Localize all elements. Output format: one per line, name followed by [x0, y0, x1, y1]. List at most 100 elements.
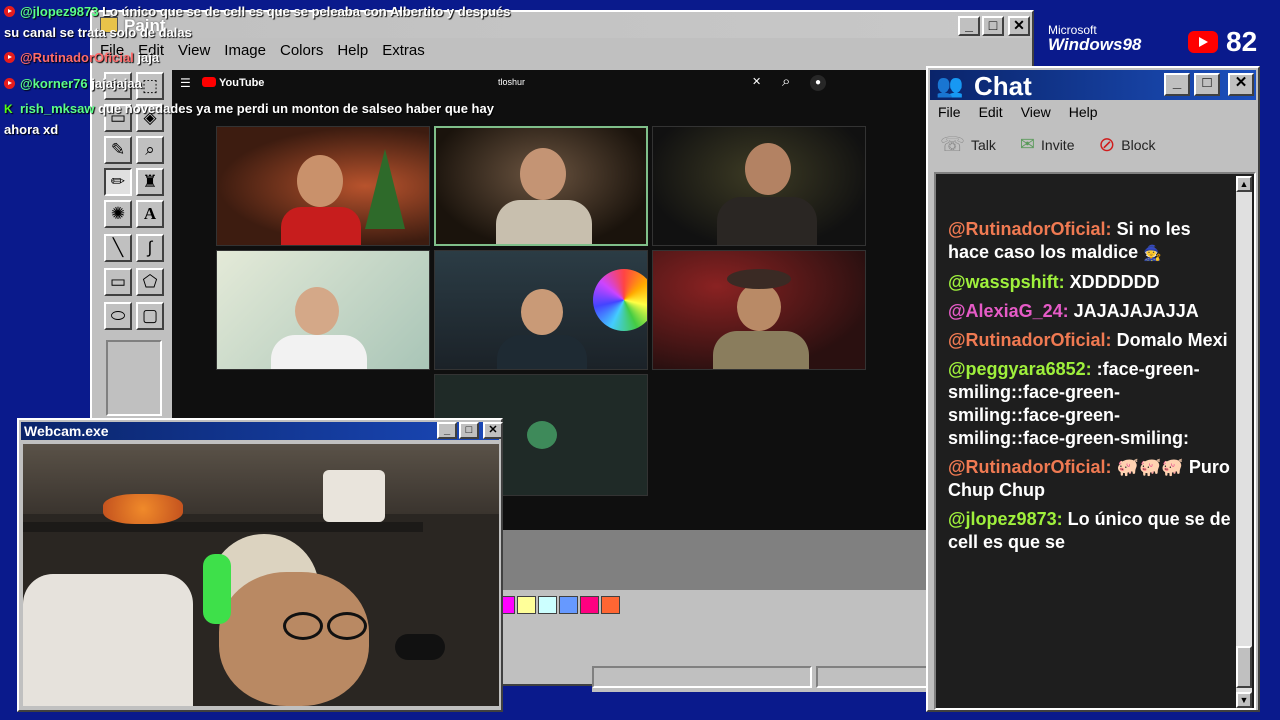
scroll-up-button[interactable]: ▲: [1236, 176, 1252, 192]
people-icon: 👥: [936, 73, 964, 98]
scroll-down-button[interactable]: ▼: [1236, 692, 1252, 708]
overlay-chat-user: @RutinadorOficial: [20, 50, 134, 65]
close-button[interactable]: ✕: [1008, 16, 1030, 36]
chat-scrollbar[interactable]: ▲ ▼: [1236, 176, 1252, 708]
ellipse-tool[interactable]: ⬭: [104, 302, 132, 330]
text-tool[interactable]: A: [136, 200, 164, 228]
talk-button[interactable]: ☏ Talk: [940, 132, 996, 157]
menu-view[interactable]: View: [1021, 104, 1051, 120]
picker-tool[interactable]: ✎: [104, 136, 132, 164]
menu-file[interactable]: File: [938, 104, 961, 120]
maximize-button[interactable]: □: [1194, 73, 1220, 96]
airbrush-tool[interactable]: ✺: [104, 200, 132, 228]
status-pane: [592, 666, 812, 688]
scroll-thumb[interactable]: [1236, 646, 1252, 688]
shirt: [717, 197, 817, 245]
talk-icon: ☏: [940, 134, 966, 156]
menu-edit[interactable]: Edit: [979, 104, 1003, 120]
invite-label: Invite: [1041, 136, 1075, 153]
mic-icon[interactable]: ●: [810, 75, 826, 91]
block-icon: ⊘: [1098, 134, 1116, 156]
palette-color[interactable]: [517, 596, 536, 614]
menu-image[interactable]: Image: [224, 42, 266, 64]
paper-towel-roll: [323, 470, 385, 522]
chat-username: @RutinadorOficial:: [948, 457, 1112, 477]
palette-color[interactable]: [538, 596, 557, 614]
hat: [727, 269, 791, 289]
youtube-icon: [4, 78, 15, 89]
search-input[interactable]: tloshur ✕: [492, 75, 772, 93]
rounded-rect-tool[interactable]: ▢: [136, 302, 164, 330]
palette-color[interactable]: [580, 596, 599, 614]
overlay-chat-user: @jlopez9873: [20, 4, 99, 19]
overlay-chat-text: ahora xd: [4, 122, 59, 137]
youtube-icon: [4, 6, 15, 17]
person: [297, 155, 343, 207]
chat-message: @AlexiaG_24: JAJAJAJAJJA: [948, 300, 1232, 323]
glasses: [327, 612, 367, 640]
chat-toolbar: ☏ Talk ✉ Invite ⊘ Block: [940, 132, 1155, 157]
video-tile-active: [434, 126, 648, 246]
overlay-chat-text: jaja: [137, 50, 160, 65]
close-button[interactable]: ✕: [1228, 73, 1254, 96]
wizard-emoji-icon: 🧙: [1143, 245, 1162, 262]
search-value: tloshur: [498, 77, 526, 87]
youtube-icon: [4, 52, 15, 63]
menu-extras[interactable]: Extras: [382, 42, 425, 64]
webcam-title-bar[interactable]: Webcam.exe _ □ ✕: [21, 422, 503, 440]
menu-help[interactable]: Help: [1069, 104, 1098, 120]
chat-title: Chat: [974, 71, 1032, 101]
menu-view[interactable]: View: [178, 42, 210, 64]
shirt: [713, 331, 809, 369]
curve-tool[interactable]: ∫: [136, 234, 164, 262]
palette-color[interactable]: [601, 596, 620, 614]
person: [520, 148, 566, 200]
maximize-button[interactable]: □: [982, 16, 1004, 36]
avatar: [527, 421, 557, 449]
chat-message: @RutinadorOficial: 🐖🐖🐖 Puro Chup Chup: [948, 456, 1232, 502]
maximize-button[interactable]: □: [459, 422, 479, 439]
chat-title-bar[interactable]: 👥 Chat _ □ ✕: [930, 70, 1256, 101]
block-button[interactable]: ⊘ Block: [1098, 132, 1155, 157]
search-icon[interactable]: ⌕: [782, 73, 790, 90]
palette-color[interactable]: [559, 596, 578, 614]
overlay-chat-line: @jlopez9873 Lo único que se de cell es q…: [4, 4, 510, 19]
chat-message: @RutinadorOficial: Si no les hace caso l…: [948, 218, 1232, 265]
overlay-chat-line: ahora xd: [4, 122, 58, 137]
youtube-header: ☰ YouTube tloshur ✕ ⌕ ●: [172, 70, 932, 98]
minimize-button[interactable]: _: [958, 16, 980, 36]
clear-icon[interactable]: ✕: [752, 75, 761, 88]
magnifier-icon[interactable]: ⌕: [136, 136, 164, 164]
headphones: [203, 554, 231, 624]
shirt: [496, 200, 592, 244]
rectangle-tool[interactable]: ▭: [104, 268, 132, 296]
pencil-tool[interactable]: ✏: [104, 168, 132, 196]
person: [295, 287, 339, 335]
chat-message: @RutinadorOficial: Domalo Mexi: [948, 329, 1232, 352]
youtube-logo[interactable]: YouTube: [202, 77, 264, 89]
polygon-tool[interactable]: ⬠: [136, 268, 164, 296]
chat-text: Domalo Mexi: [1116, 330, 1228, 350]
youtube-icon: [1188, 31, 1218, 53]
overlay-chat-text: su canal se trata solo de dalas: [4, 25, 192, 40]
chat-message: @jlopez9873: Lo único que se de cell es …: [948, 508, 1232, 554]
chat-text: XDDDDDD: [1069, 272, 1160, 292]
overlay-chat-text: Lo único que se de cell es que se peleab…: [102, 4, 511, 19]
chat-username: @peggyara6852:: [948, 359, 1092, 379]
youtube-logo-text: YouTube: [219, 77, 265, 89]
overlay-chat-user: rish_mksaw: [20, 101, 95, 116]
hamburger-icon[interactable]: ☰: [180, 76, 191, 90]
close-button[interactable]: ✕: [483, 422, 503, 439]
menu-colors[interactable]: Colors: [280, 42, 323, 64]
minimize-button[interactable]: _: [1164, 73, 1190, 96]
brush-tool[interactable]: ♜: [136, 168, 164, 196]
video-tile: [652, 126, 866, 246]
menu-help[interactable]: Help: [337, 42, 368, 64]
chat-username: @wasspshift:: [948, 272, 1065, 292]
chat-username: @jlopez9873:: [948, 509, 1063, 529]
talk-label: Talk: [971, 136, 996, 153]
line-tool[interactable]: ╲: [104, 234, 132, 262]
minimize-button[interactable]: _: [437, 422, 457, 439]
invite-button[interactable]: ✉ Invite: [1020, 134, 1075, 155]
shirt: [271, 335, 367, 369]
